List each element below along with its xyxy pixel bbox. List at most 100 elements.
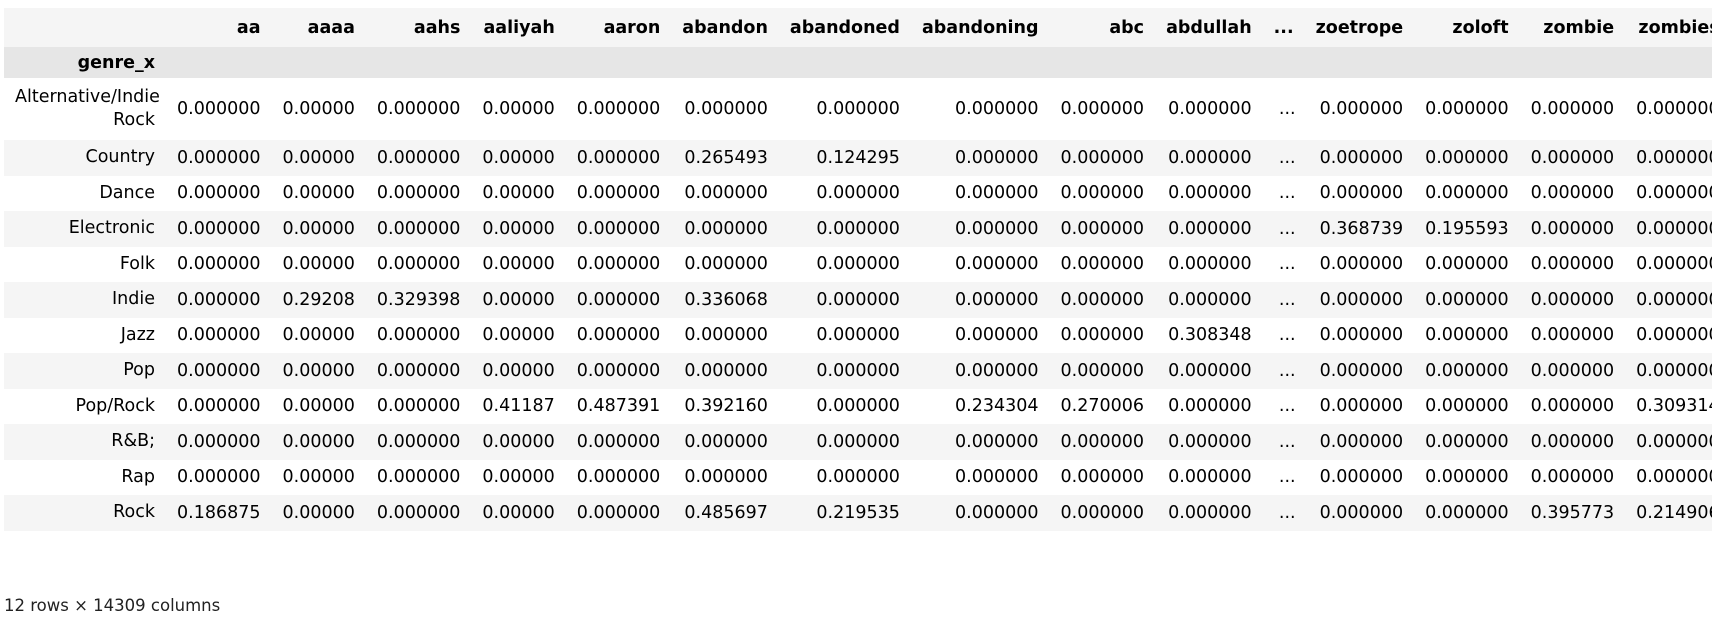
table-cell: 0.485697 (684, 502, 768, 523)
table-cell: 0.000000 (955, 183, 1039, 204)
table-cell: 0.000000 (376, 431, 461, 452)
table-cell: 0.000000 (1060, 99, 1145, 119)
table-cell: 0.000000 (955, 254, 1039, 275)
table-row: Pop 0.000000 0.00000 0.000000 0.00000 0.00000… (4, 353, 1712, 389)
table-cell: 0.000000 (1425, 289, 1509, 310)
table-cell: 0.000000 (1060, 502, 1145, 523)
table-cell: 0.000000 (1636, 99, 1712, 119)
table-cell: 0.00000 (482, 467, 555, 488)
table-cell: 0.000000 (576, 99, 661, 119)
table-row: Country 0.000000 0.00000 0.000000 0.00000 0.0… (4, 140, 1712, 176)
table-cell: 0.000000 (684, 360, 768, 381)
column-header: zombie (1519, 8, 1626, 47)
ellipsis-cell: ... (1278, 99, 1296, 119)
table-row: Folk 0.000000 0.00000 0.000000 0.00000 0.0000… (4, 246, 1712, 282)
table-cell: 0.000000 (177, 183, 261, 204)
column-header: abc (1049, 8, 1156, 47)
table-cell: 0.124295 (816, 147, 900, 168)
table-cell: 0.00000 (282, 99, 355, 119)
table-cell: 0.000000 (1168, 147, 1252, 168)
table-cell: 0.000000 (177, 325, 261, 346)
table-cell: 0.000000 (1425, 502, 1509, 523)
index-row-blank-cell (1155, 47, 1263, 78)
table-cell: 0.000000 (955, 360, 1039, 381)
table-cell: 0.00000 (282, 325, 355, 346)
table-cell: 0.000000 (376, 396, 461, 417)
table-cell: 0.270006 (1060, 396, 1145, 417)
table-cell: 0.000000 (1060, 183, 1145, 204)
table-cell: 0.00000 (482, 502, 555, 523)
row-index-label: Pop/Rock (75, 395, 155, 416)
table-row: Alternative/Indie Rock 0.000000 0.00000 0.0… (4, 78, 1712, 140)
row-index-label: Pop (123, 360, 155, 381)
table-row: Rock 0.186875 0.00000 0.000000 0.00000 0.0000… (4, 495, 1712, 531)
table-cell: 0.00000 (482, 218, 555, 239)
ellipsis-cell: ... (1278, 147, 1296, 168)
table-cell: 0.00000 (482, 147, 555, 168)
table-cell: 0.00000 (482, 431, 555, 452)
table-cell: 0.000000 (1425, 467, 1509, 488)
index-row-blank-cell (1262, 47, 1305, 78)
table-cell: 0.000000 (684, 183, 768, 204)
table-cell: 0.000000 (1168, 431, 1252, 452)
table-cell: 0.000000 (1425, 183, 1509, 204)
table-cell: 0.000000 (177, 467, 261, 488)
table-cell: 0.329398 (376, 289, 461, 310)
table-row: Pop/Rock 0.000000 0.00000 0.000000 0.41187 0.… (4, 388, 1712, 424)
table-cell: 0.29208 (282, 289, 355, 310)
table-cell: 0.000000 (376, 502, 461, 523)
table-cell: 0.000000 (1319, 289, 1404, 310)
column-header: abandoning (910, 8, 1050, 47)
row-index-label: Folk (119, 253, 155, 274)
table-cell: 0.000000 (955, 502, 1039, 523)
table-cell: 0.000000 (1530, 431, 1615, 452)
index-name: genre_x (4, 47, 166, 78)
table-cell: 0.000000 (684, 218, 768, 239)
table-cell: 0.000000 (1425, 396, 1509, 417)
table-cell: 0.000000 (1060, 467, 1145, 488)
table-cell: 0.000000 (1060, 289, 1145, 310)
table-cell: 0.000000 (177, 431, 261, 452)
table-cell: 0.000000 (177, 254, 261, 275)
table-cell: 0.000000 (816, 183, 900, 204)
table-cell: 0.000000 (177, 218, 261, 239)
table-row: Indie 0.000000 0.29208 0.329398 0.00000 0.000… (4, 282, 1712, 318)
table-cell: 0.000000 (1425, 360, 1509, 381)
table-cell: 0.000000 (1636, 325, 1712, 346)
row-index-label: Electronic (68, 218, 155, 239)
ellipsis-cell: ... (1278, 289, 1296, 310)
dataframe-table: aa aaaa aahs aaliyah aaron abandon abandoned ab… (4, 8, 1712, 531)
column-header: aa (166, 8, 272, 47)
table-cell: 0.00000 (282, 147, 355, 168)
column-header: aahs (365, 8, 472, 47)
index-row-blank-cell (166, 47, 272, 78)
column-header: aaliyah (471, 8, 566, 47)
table-cell: 0.00000 (482, 254, 555, 275)
table-cell: 0.000000 (1636, 289, 1712, 310)
table-cell: 0.000000 (376, 254, 461, 275)
table-cell: 0.000000 (376, 218, 461, 239)
table-cell: 0.000000 (1168, 502, 1252, 523)
table-cell: 0.000000 (1168, 183, 1252, 204)
table-cell: 0.000000 (1530, 218, 1615, 239)
table-cell: 0.000000 (376, 183, 461, 204)
column-header: zoloft (1414, 8, 1520, 47)
table-cell: 0.000000 (1636, 147, 1712, 168)
ellipsis-cell: ... (1278, 431, 1296, 452)
index-name-row: genre_x (4, 47, 1712, 78)
table-cell: 0.000000 (576, 502, 661, 523)
index-row-blank-cell (671, 47, 779, 78)
table-cell: 0.000000 (576, 467, 661, 488)
table-cell: 0.000000 (177, 396, 261, 417)
table-cell: 0.000000 (816, 99, 900, 119)
table-cell: 0.487391 (576, 396, 661, 417)
column-header-row: aa aaaa aahs aaliyah aaron abandon abandoned ab… (4, 8, 1712, 47)
table-cell: 0.00000 (282, 431, 355, 452)
table-cell: 0.000000 (576, 218, 661, 239)
table-cell: 0.000000 (1060, 218, 1145, 239)
ellipsis-cell: ... (1278, 502, 1296, 523)
table-cell: 0.000000 (684, 431, 768, 452)
ellipsis-cell: ... (1278, 325, 1296, 346)
table-cell: 0.000000 (684, 325, 768, 346)
index-row-blank-cell (271, 47, 366, 78)
